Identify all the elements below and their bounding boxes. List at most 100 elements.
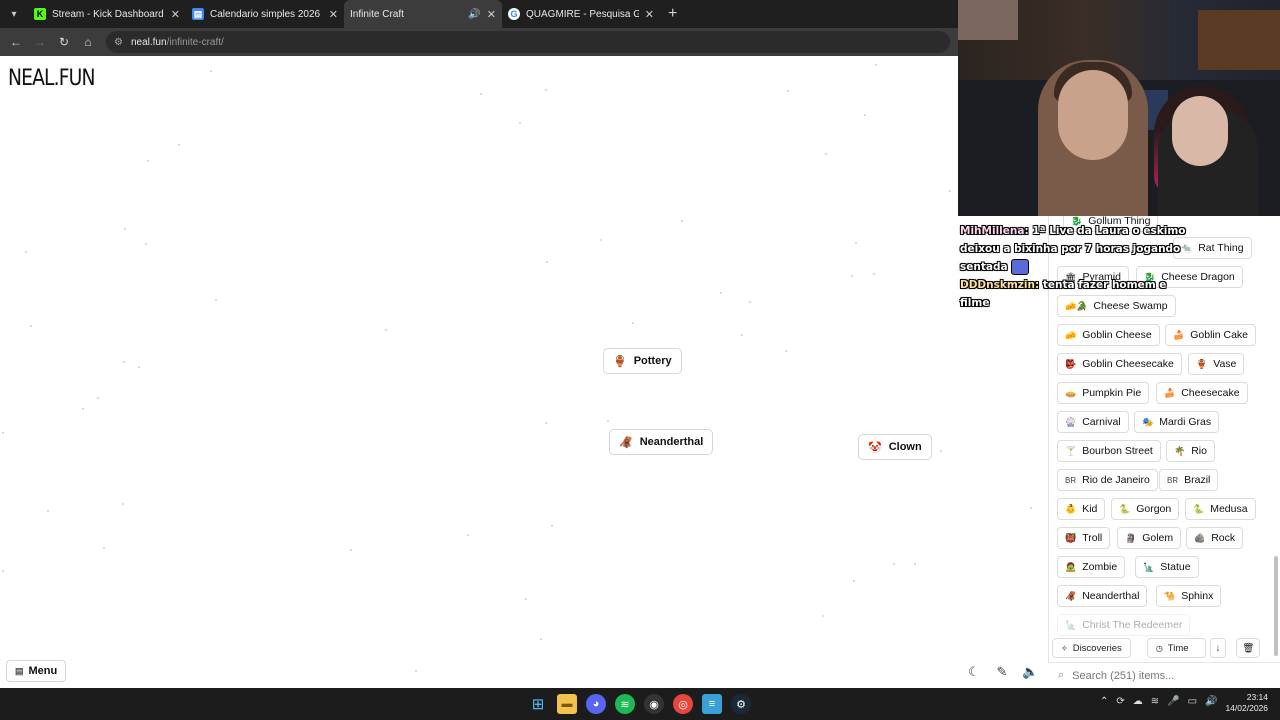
canvas-item-clown[interactable]: 🤡 Clown bbox=[858, 434, 932, 460]
sidebar-scrollbar[interactable] bbox=[1274, 556, 1278, 656]
craft-canvas[interactable]: NEAL.FUN 🏺 Pottery � bbox=[0, 56, 1048, 688]
sidebar-item[interactable]: 🦧 Neanderthal bbox=[1057, 585, 1148, 607]
kick-icon: K bbox=[34, 8, 46, 20]
item-icon: 👶 bbox=[1065, 503, 1077, 514]
item-icon: 🦧 bbox=[1065, 590, 1077, 601]
volume-icon[interactable]: 🔊 bbox=[1205, 696, 1217, 707]
sidebar-item[interactable]: 👹 Troll bbox=[1057, 527, 1111, 549]
file-explorer-icon[interactable]: ▬ bbox=[557, 694, 577, 714]
sound-icon[interactable]: 🔈 bbox=[1022, 664, 1038, 680]
discoveries-button[interactable]: ✧ Discoveries bbox=[1052, 638, 1131, 658]
emote-icon bbox=[1011, 259, 1030, 275]
tab-title: Calendario simples 2026 Image bbox=[210, 8, 323, 20]
forward-icon[interactable]: → bbox=[28, 35, 52, 49]
sidebar-item[interactable]: 🗿 Golem bbox=[1117, 527, 1182, 549]
url-field[interactable]: ⚙ neal.fun/infinite-craft/ bbox=[106, 31, 950, 53]
wifi-icon[interactable]: ≋ bbox=[1151, 696, 1159, 707]
item-label: Kid bbox=[1082, 503, 1098, 515]
particle bbox=[480, 93, 482, 95]
particle bbox=[681, 220, 683, 222]
sidebar-item[interactable]: 🍸 Bourbon Street bbox=[1057, 440, 1161, 462]
tab-kick-dashboard[interactable]: K Stream - Kick Dashboard ✕ bbox=[28, 0, 186, 28]
sidebar-item[interactable]: BR Rio de Janeiro bbox=[1057, 469, 1158, 491]
trash-icon: 🗑 bbox=[1242, 642, 1255, 654]
obs-icon[interactable]: ◉ bbox=[644, 694, 664, 714]
home-icon[interactable]: ⌂ bbox=[76, 35, 100, 49]
particle bbox=[540, 638, 542, 640]
close-icon[interactable]: ✕ bbox=[645, 8, 654, 21]
site-info-icon[interactable]: ⚙ bbox=[114, 37, 123, 48]
microphone-icon[interactable]: 🎤 bbox=[1167, 696, 1179, 707]
sidebar-item[interactable]: 🗽 Statue bbox=[1135, 556, 1199, 578]
sidebar-item[interactable]: 🥧 Pumpkin Pie bbox=[1057, 382, 1150, 404]
tab-title: Infinite Craft bbox=[350, 8, 404, 20]
sidebar-item[interactable]: 🎭 Mardi Gras bbox=[1134, 411, 1220, 433]
close-icon[interactable]: ✕ bbox=[329, 8, 338, 21]
sidebar-item[interactable]: 🧀 Goblin Cheese bbox=[1057, 324, 1160, 346]
back-icon[interactable]: ← bbox=[4, 35, 28, 49]
sort-time-button[interactable]: ◷ Time bbox=[1146, 638, 1206, 658]
new-tab-button[interactable]: + bbox=[660, 5, 685, 23]
particle bbox=[853, 580, 855, 582]
particle bbox=[47, 510, 49, 512]
clock-date: 14/02/2026 bbox=[1225, 703, 1268, 713]
speaker-icon[interactable]: 🔊 bbox=[468, 9, 480, 20]
sidebar-item[interactable]: 👺 Goblin Cheesecake bbox=[1057, 353, 1182, 375]
flag-icon: BR bbox=[1167, 475, 1179, 485]
close-icon[interactable]: ✕ bbox=[171, 8, 180, 21]
tab-calendario[interactable]: ▤ Calendario simples 2026 Image ✕ bbox=[186, 0, 344, 28]
canvas-item-neanderthal[interactable]: 🦧 Neanderthal bbox=[609, 429, 714, 455]
sidebar-item[interactable]: 🎡 Carnival bbox=[1057, 411, 1129, 433]
sidebar-item[interactable]: 🍰 Cheesecake bbox=[1156, 382, 1248, 404]
sidebar-item[interactable]: 🐪 Sphinx bbox=[1156, 585, 1222, 607]
tab-search-icon[interactable]: ▾ bbox=[0, 0, 28, 28]
item-label: Clown bbox=[888, 441, 922, 453]
tab-google-search[interactable]: G QUAGMIRE - Pesquisa Google ✕ bbox=[502, 0, 660, 28]
sidebar-item[interactable]: 🪨 Rock bbox=[1186, 527, 1244, 549]
trash-button[interactable]: 🗑 bbox=[1236, 638, 1261, 658]
address-bar-row: ← → ↻ ⌂ ⚙ neal.fun/infinite-craft/ bbox=[0, 28, 958, 56]
item-icon: 🪨 bbox=[1194, 532, 1206, 543]
moon-icon[interactable]: ☾ bbox=[966, 664, 982, 680]
close-icon[interactable]: ✕ bbox=[487, 8, 496, 21]
sidebar-item[interactable]: 🐍 Medusa bbox=[1185, 498, 1256, 520]
sidebar-item[interactable]: 🏺 Vase bbox=[1188, 353, 1245, 375]
item-icon: 🎭 bbox=[1142, 416, 1154, 427]
particle bbox=[2, 432, 4, 434]
steam-icon[interactable]: ⚙ bbox=[731, 694, 751, 714]
network-icon[interactable]: ▭ bbox=[1188, 696, 1197, 707]
discoveries-icon: ✧ bbox=[1061, 643, 1068, 653]
particle bbox=[855, 242, 857, 244]
search-field[interactable]: ⌕ Search (251) items... bbox=[1048, 662, 1280, 688]
sidebar-item[interactable]: 🌴 Rio bbox=[1166, 440, 1215, 462]
spotify-icon[interactable]: ≋ bbox=[615, 694, 635, 714]
sidebar-item[interactable]: 👶 Kid bbox=[1057, 498, 1106, 520]
sidebar-item[interactable]: 🗽 Christ The Redeemer bbox=[1057, 614, 1191, 636]
particle bbox=[145, 243, 147, 245]
sidebar-item[interactable]: BR Brazil bbox=[1159, 469, 1219, 491]
site-logo[interactable]: NEAL.FUN bbox=[8, 66, 95, 91]
taskbar-clock[interactable]: 23:14 14/02/2026 bbox=[1222, 692, 1268, 714]
tab-infinite-craft[interactable]: Infinite Craft 🔊 ✕ bbox=[344, 0, 502, 28]
sidebar-item[interactable]: 🍰 Goblin Cake bbox=[1165, 324, 1256, 346]
reload-icon[interactable]: ↻ bbox=[52, 35, 76, 49]
discord-icon[interactable]: ◕ bbox=[586, 694, 606, 714]
update-icon[interactable]: ⟳ bbox=[1116, 696, 1124, 707]
clock-time: 23:14 bbox=[1246, 692, 1268, 702]
sidebar-item[interactable]: 🐍 Gorgon bbox=[1111, 498, 1180, 520]
item-label: Vase bbox=[1213, 358, 1237, 370]
notepad-icon[interactable]: ≡ bbox=[702, 694, 722, 714]
cloud-icon[interactable]: ☁ bbox=[1133, 696, 1143, 707]
particle bbox=[720, 292, 722, 294]
particle bbox=[851, 275, 853, 277]
sort-direction-button[interactable]: ↓ bbox=[1209, 638, 1227, 658]
chevron-up-icon[interactable]: ⌃ bbox=[1100, 696, 1108, 707]
chrome-icon[interactable]: ◎ bbox=[673, 694, 693, 714]
menu-button[interactable]: ▤ Menu bbox=[6, 660, 67, 682]
item-label: Pumpkin Pie bbox=[1082, 387, 1142, 399]
windows-start-icon[interactable]: ⊞ bbox=[528, 694, 548, 714]
sidebar-item[interactable]: 🧟 Zombie bbox=[1057, 556, 1126, 578]
canvas-item-pottery[interactable]: 🏺 Pottery bbox=[603, 348, 682, 374]
particle bbox=[97, 397, 99, 399]
broom-icon[interactable]: ✎ bbox=[994, 664, 1010, 680]
